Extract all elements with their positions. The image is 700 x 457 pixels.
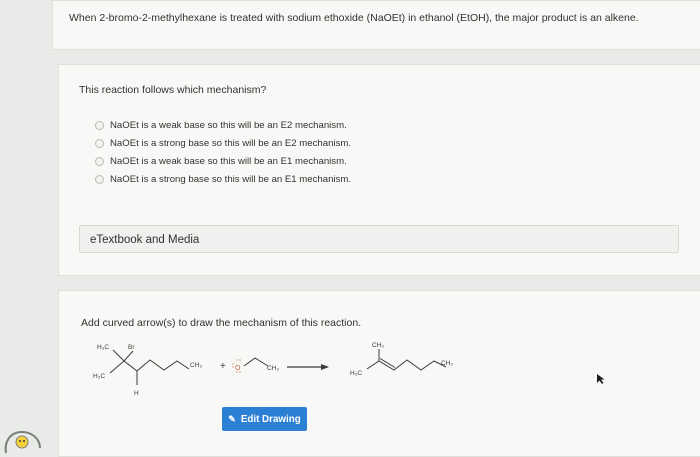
question-stem-card: When 2-bromo-2-methylhexane is treated w… <box>52 0 700 50</box>
reactant-h: H <box>134 390 139 397</box>
product-ch3-top: CH₃ <box>372 342 384 349</box>
ethoxide-ch3: CH₃ <box>267 365 279 372</box>
drawing-prompt: Add curved arrow(s) to draw the mechanis… <box>81 317 362 329</box>
reactant-h3c-top: H₃C <box>97 344 109 351</box>
reactant-ch3: CH₃ <box>190 362 202 369</box>
reaction-arrow-icon <box>287 364 329 370</box>
plus-sign: + <box>220 361 226 372</box>
option-2[interactable]: NaOEt is a strong base so this will be a… <box>95 136 351 150</box>
product-h3c: H₃C <box>350 370 362 377</box>
product-skeleton <box>366 349 447 371</box>
mechanism-question-card: This reaction follows which mechanism? N… <box>58 64 700 276</box>
option-1[interactable]: NaOEt is a weak base so this will be an … <box>95 118 347 132</box>
product-ch3-right: CH₃ <box>441 360 453 367</box>
radio-button[interactable] <box>95 174 104 184</box>
option-label: NaOEt is a weak base so this will be an … <box>110 155 347 167</box>
edit-drawing-button[interactable]: ✎ Edit Drawing <box>222 407 307 431</box>
reactant-br: Br <box>128 344 135 351</box>
reactant-skeleton <box>109 349 190 385</box>
reaction-scheme: H₃C Br H₃C H CH₃ + O CH₃ CH₃ H₃C CH₃ <box>93 342 453 397</box>
reactant-h3c-left: H₃C <box>93 373 105 380</box>
radio-button[interactable] <box>95 138 104 148</box>
ethoxide-oxygen: O <box>235 365 241 372</box>
option-label: NaOEt is a strong base so this will be a… <box>110 173 352 185</box>
radio-button[interactable] <box>95 156 104 166</box>
etextbook-link[interactable]: eTextbook and Media <box>79 225 679 253</box>
option-4[interactable]: NaOEt is a strong base so this will be a… <box>95 172 351 186</box>
option-label: NaOEt is a strong base so this will be a… <box>110 137 352 149</box>
ethoxide-skeleton <box>243 357 269 367</box>
option-3[interactable]: NaOEt is a weak base so this will be an … <box>95 154 347 168</box>
radio-button[interactable] <box>95 120 104 130</box>
mouse-cursor-icon <box>597 374 605 384</box>
edit-drawing-label: Edit Drawing <box>240 413 301 425</box>
question-stem: When 2-bromo-2-methylhexane is treated w… <box>69 12 639 24</box>
mechanism-prompt: This reaction follows which mechanism? <box>79 84 267 96</box>
option-label: NaOEt is a weak base so this will be an … <box>110 119 347 131</box>
pencil-icon: ✎ <box>228 413 236 424</box>
